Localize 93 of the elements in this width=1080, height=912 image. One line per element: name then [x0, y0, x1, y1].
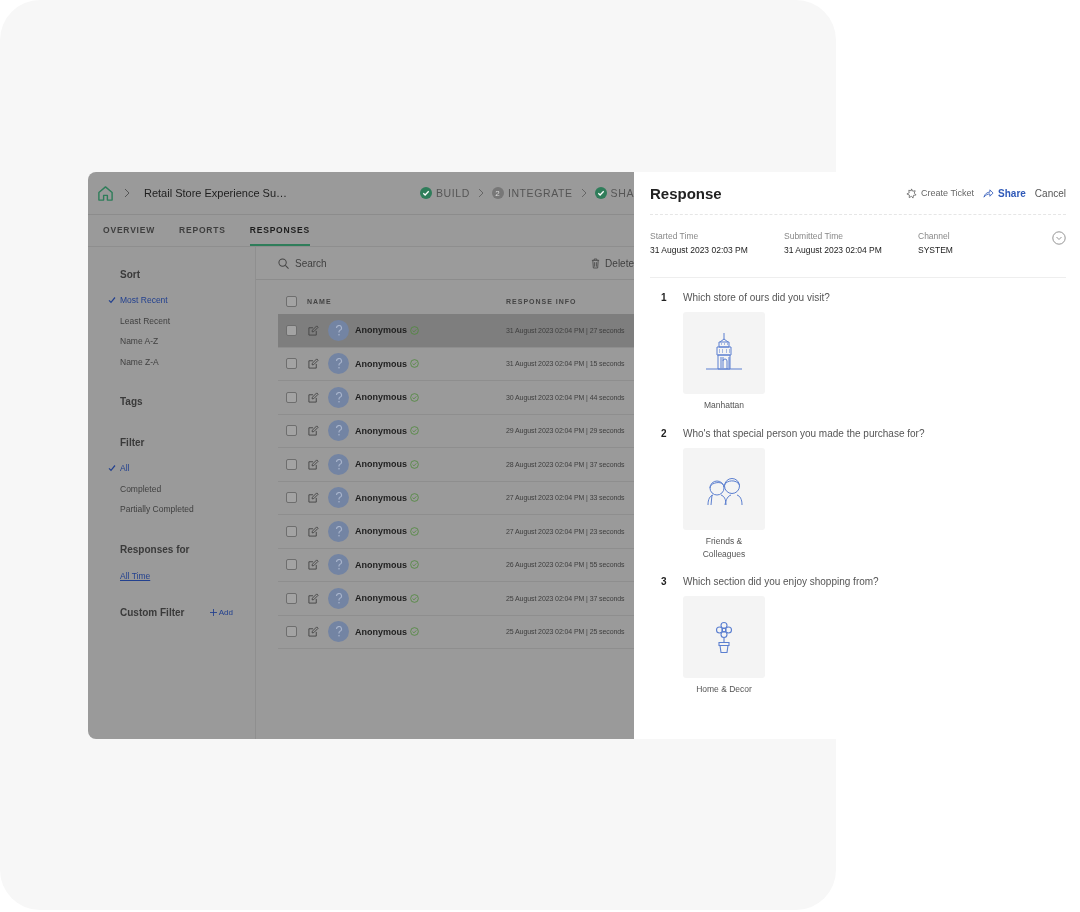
- respondent-name: Anonymous: [355, 526, 407, 537]
- question-number: 1: [660, 292, 668, 305]
- field-label: Submitted Time: [784, 231, 845, 241]
- sidebar-option[interactable]: Name A-Z: [120, 331, 159, 352]
- question-mark-icon: [334, 324, 343, 336]
- row-checkbox[interactable]: [286, 425, 297, 437]
- answer-label: Home & Decor: [696, 683, 752, 696]
- sidebar-option[interactable]: All: [120, 458, 130, 479]
- sidebar-option[interactable]: Partially Completed: [120, 499, 194, 520]
- chevron-icon: [122, 188, 132, 198]
- question-mark-icon: [334, 626, 343, 638]
- chevron-down-icon: [1052, 231, 1066, 245]
- check-icon: [108, 296, 116, 305]
- respondent-name: Anonymous: [355, 459, 407, 470]
- question-mark-icon: [334, 559, 343, 571]
- section-title: Custom Filter: [120, 606, 185, 618]
- question-mark-icon: [334, 458, 343, 470]
- panel-title: Response: [650, 184, 722, 202]
- check-icon: [108, 464, 116, 473]
- edit-icon: [308, 425, 319, 437]
- step-tab[interactable]: 2 INTEGRATE: [491, 187, 573, 199]
- respondent-name: Anonymous: [355, 425, 407, 436]
- sidebar-option[interactable]: Completed: [120, 478, 162, 499]
- question-mark-icon: [334, 592, 343, 604]
- tab[interactable]: OVERVIEW: [103, 215, 156, 246]
- row-checkbox[interactable]: [286, 525, 297, 537]
- field-value: SYSTEM: [918, 245, 954, 255]
- sidebar-option[interactable]: Name Z-A: [120, 351, 159, 372]
- field-value: 31 August 2023 02:04 PM: [784, 245, 883, 255]
- share-icon: [983, 187, 995, 199]
- create-ticket-button[interactable]: Create Ticket: [906, 187, 975, 199]
- delete-button[interactable]: Delete: [591, 257, 634, 269]
- step-number: 2: [491, 187, 504, 199]
- field-label: Started Time: [650, 231, 700, 241]
- question-text: Which section did you enjoy shopping from?: [683, 576, 879, 588]
- row-checkbox[interactable]: [286, 592, 297, 604]
- question-mark-icon: [334, 425, 343, 437]
- respondent-name: Anonymous: [355, 626, 407, 637]
- question-mark-icon: [334, 391, 343, 403]
- survey-title: Retail Store Experience Su…: [144, 187, 288, 199]
- step-tab[interactable]: SHA: [594, 187, 634, 199]
- edit-icon: [308, 626, 319, 638]
- share-button[interactable]: Share: [983, 187, 1026, 199]
- row-checkbox[interactable]: [286, 492, 297, 504]
- section-title: Responses for: [120, 543, 191, 555]
- select-all-checkbox[interactable]: [286, 296, 297, 307]
- question-number: 3: [660, 576, 668, 590]
- edit-icon: [308, 324, 319, 336]
- time-range-link[interactable]: All Time: [120, 570, 151, 581]
- row-checkbox[interactable]: [286, 358, 297, 370]
- question-mark-icon: [334, 525, 343, 537]
- answer-label: Friends & Colleagues: [701, 534, 747, 561]
- edit-icon: [308, 458, 319, 470]
- respondent-name: Anonymous: [355, 358, 407, 369]
- respondent-name: Anonymous: [355, 492, 407, 503]
- edit-icon: [308, 391, 319, 403]
- question-text: Who's that special person you made the purchase for?: [683, 427, 925, 439]
- section-title: Tags: [120, 396, 144, 407]
- question-text: Which store of ours did you visit?: [683, 292, 830, 303]
- question-number: 2: [660, 427, 668, 441]
- row-checkbox[interactable]: [286, 391, 297, 403]
- edit-icon: [308, 592, 319, 604]
- sidebar-option[interactable]: Least Recent: [120, 310, 171, 331]
- question-mark-icon: [334, 492, 343, 504]
- respondent-name: Anonymous: [355, 392, 407, 403]
- sidebar-option[interactable]: Most Recent: [120, 290, 168, 311]
- add-link[interactable]: Add: [209, 607, 233, 617]
- row-checkbox[interactable]: [286, 559, 297, 571]
- expand-button[interactable]: [1052, 231, 1066, 245]
- step-tab[interactable]: BUILD: [419, 187, 470, 199]
- cancel-button[interactable]: Cancel: [1034, 187, 1066, 199]
- respondent-name: Anonymous: [355, 325, 407, 336]
- row-checkbox[interactable]: [286, 458, 297, 470]
- trash-icon: [591, 257, 601, 269]
- edit-icon: [308, 559, 319, 571]
- home-icon: [97, 184, 114, 202]
- edit-icon: [308, 525, 319, 537]
- tab[interactable]: REPORTS: [179, 215, 226, 246]
- edit-icon: [308, 358, 319, 370]
- field-value: 31 August 2023 02:03 PM: [650, 245, 749, 255]
- row-checkbox[interactable]: [286, 626, 297, 638]
- row-checkbox[interactable]: [286, 324, 297, 336]
- plus-icon: [209, 608, 217, 616]
- field-label: Channel: [918, 231, 951, 241]
- answer-label: Manhattan: [703, 399, 745, 412]
- section-title: Sort: [120, 269, 141, 280]
- respondent-name: Anonymous: [355, 559, 407, 570]
- search-field[interactable]: Search: [278, 257, 327, 269]
- edit-icon: [308, 492, 319, 504]
- section-title: Filter: [120, 437, 146, 448]
- search-icon: [278, 257, 289, 269]
- question-mark-icon: [334, 358, 343, 370]
- respondent-name: Anonymous: [355, 593, 407, 604]
